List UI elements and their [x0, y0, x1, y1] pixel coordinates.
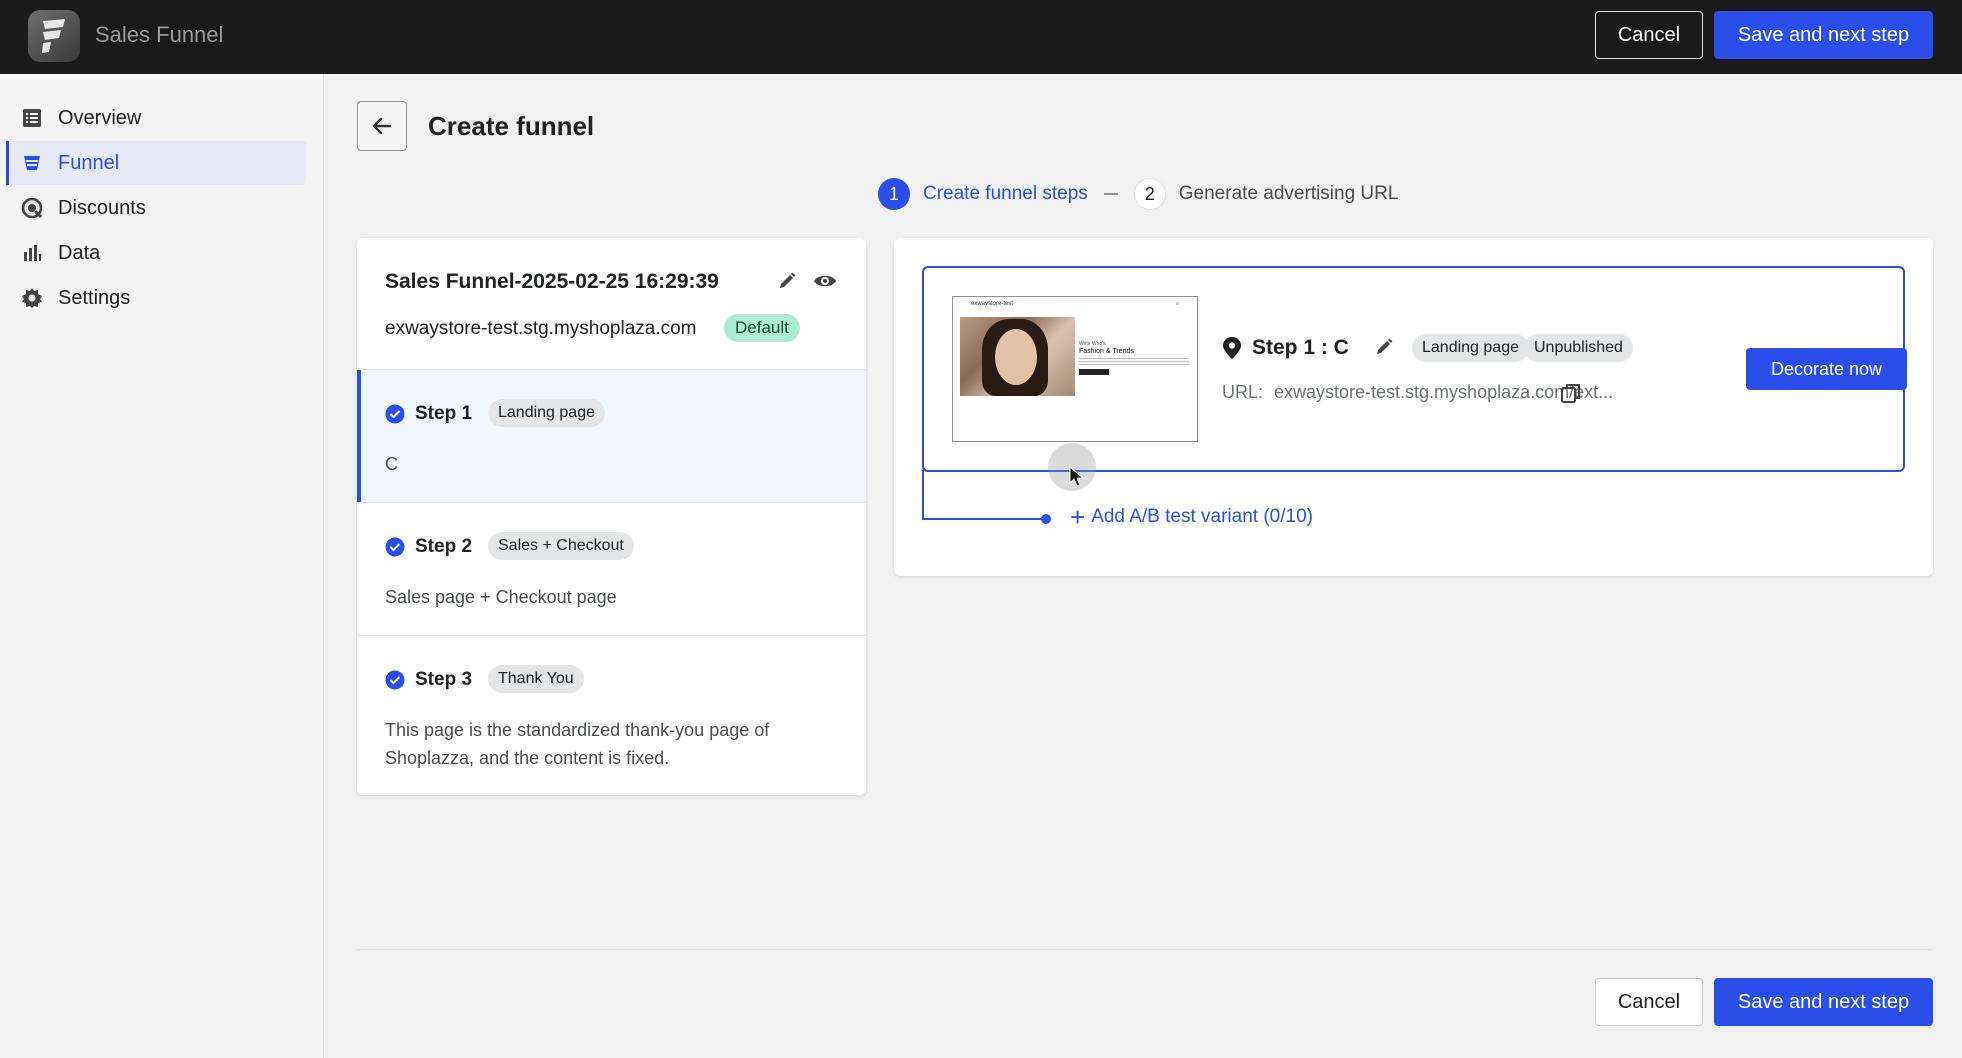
funnel-step-item[interactable]: Step 2 Sales + Checkout Sales page + Che…	[357, 502, 866, 635]
top-bar: Sales Funnel Cancel Save and next step	[0, 0, 1962, 74]
variant-tag-status: Unpublished	[1524, 334, 1633, 362]
sidebar-item-settings[interactable]: Settings	[6, 276, 306, 320]
back-button[interactable]	[357, 101, 407, 151]
variant-tag-landing: Landing page	[1412, 334, 1529, 362]
step-tag: Landing page	[488, 399, 605, 427]
page-thumbnail[interactable]: exwaystore-test ≡ Write Who's Fashion & …	[952, 296, 1198, 442]
sidebar-item-discounts[interactable]: Discounts	[6, 186, 306, 230]
list-icon	[20, 106, 44, 130]
mouse-cursor-icon	[1069, 465, 1085, 493]
thumbnail-button	[1079, 369, 1109, 375]
plus-icon: +	[1070, 502, 1086, 532]
save-next-button[interactable]: Save and next step	[1714, 11, 1933, 59]
connector-dot	[1041, 514, 1051, 524]
step-title: Step 1	[415, 403, 473, 424]
footer-cancel-button[interactable]: Cancel	[1595, 978, 1703, 1026]
step-title: Step 2	[415, 536, 473, 557]
bar-chart-icon	[20, 241, 44, 265]
thumbnail-store-name: exwaystore-test	[971, 301, 1014, 307]
url-label: URL:	[1222, 382, 1264, 402]
funnel-name: Sales Funnel-2025-02-25 16:29:39	[385, 270, 719, 293]
page-title: Create funnel	[428, 111, 595, 141]
step-tag: Sales + Checkout	[488, 532, 634, 560]
check-circle-icon	[385, 670, 405, 690]
step-tag: Thank You	[488, 665, 584, 693]
decorate-now-button[interactable]: Decorate now	[1746, 348, 1907, 390]
funnel-steps-card: Sales Funnel-2025-02-25 16:29:39 exwayst…	[357, 238, 866, 795]
thumbnail-menu-icon: ≡	[1176, 301, 1179, 307]
step-description: This page is the standardized thank-you …	[385, 720, 770, 768]
thumbnail-small-text: Write Who's	[1079, 341, 1106, 347]
sidebar-item-label: Overview	[58, 106, 142, 129]
sidebar: Overview Funnel Discounts Data Settings	[0, 74, 324, 1058]
edit-icon[interactable]	[1374, 337, 1394, 362]
thumbnail-text-lines	[1079, 358, 1189, 366]
eye-icon[interactable]	[813, 271, 837, 296]
copy-icon[interactable]	[1560, 382, 1582, 409]
funnel-step-item[interactable]: Step 1 Landing page C	[357, 369, 866, 502]
footer-save-next-button[interactable]: Save and next step	[1714, 978, 1933, 1026]
thumbnail-photo	[960, 317, 1075, 396]
connector-line	[922, 518, 1044, 520]
location-pin-icon	[1222, 336, 1242, 365]
progress-step-label: Create funnel steps	[923, 183, 1088, 204]
sidebar-item-label: Funnel	[58, 151, 120, 174]
add-ab-test-label: Add A/B test variant (0/10)	[1091, 506, 1313, 527]
connector-line	[922, 470, 924, 520]
step-description: C	[385, 454, 398, 474]
discount-icon	[20, 196, 44, 220]
check-circle-icon	[385, 537, 405, 557]
funnel-icon	[20, 151, 44, 175]
variant-item: exwaystore-test ≡ Write Who's Fashion & …	[922, 266, 1907, 472]
sidebar-item-label: Data	[58, 241, 101, 264]
variant-title: Step 1 : C	[1252, 336, 1349, 359]
variant-card: exwaystore-test ≡ Write Who's Fashion & …	[894, 238, 1933, 576]
footer-divider	[357, 949, 1933, 950]
sidebar-item-label: Settings	[58, 286, 131, 309]
progress-steps: 1 Create funnel steps 2 Generate adverti…	[878, 177, 1398, 211]
progress-step-number: 1	[878, 178, 910, 210]
funnel-step-item[interactable]: Step 3 Thank You This page is the standa…	[357, 635, 866, 795]
step-title: Step 3	[415, 669, 473, 690]
add-ab-test-button[interactable]: + Add A/B test variant (0/10)	[1070, 502, 1313, 532]
sidebar-item-overview[interactable]: Overview	[6, 96, 306, 140]
sidebar-item-label: Discounts	[58, 196, 146, 219]
sidebar-item-funnel[interactable]: Funnel	[6, 141, 306, 185]
gear-icon	[20, 286, 44, 310]
check-circle-icon	[385, 404, 405, 424]
step-description: Sales page + Checkout page	[385, 587, 617, 607]
progress-step-number: 2	[1133, 178, 1166, 210]
default-badge: Default	[724, 314, 800, 342]
app-title: Sales Funnel	[95, 22, 224, 47]
cancel-button[interactable]: Cancel	[1595, 11, 1703, 59]
store-domain: exwaystore-test.stg.myshoplaza.com	[385, 318, 697, 339]
progress-step-label: Generate advertising URL	[1178, 183, 1399, 204]
edit-icon[interactable]	[777, 271, 797, 296]
sidebar-item-data[interactable]: Data	[6, 231, 306, 275]
app-logo-icon	[28, 10, 80, 62]
progress-divider	[1103, 193, 1118, 195]
thumbnail-headline: Fashion & Trends	[1079, 348, 1134, 355]
arrow-left-icon	[372, 117, 392, 135]
